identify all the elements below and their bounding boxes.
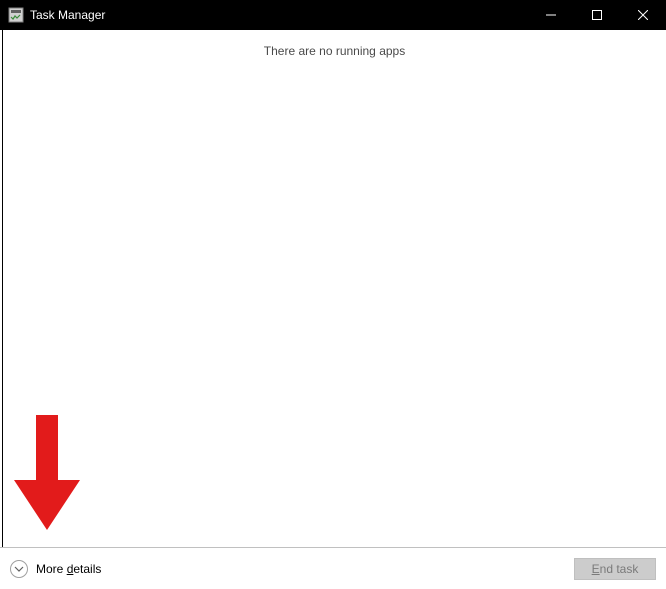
more-details-label: More details [36,562,101,576]
end-task-button[interactable]: End task [574,558,656,580]
minimize-button[interactable] [528,0,574,30]
footer: More details End task [0,547,666,589]
window-title: Task Manager [30,8,105,22]
chevron-down-icon [10,560,28,578]
process-list-area: There are no running apps [2,30,666,547]
task-manager-icon [8,7,24,23]
close-button[interactable] [620,0,666,30]
more-details-toggle[interactable]: More details [10,560,101,578]
maximize-button[interactable] [574,0,620,30]
titlebar: Task Manager [0,0,666,30]
window-controls [528,0,666,30]
empty-state-message: There are no running apps [3,30,666,58]
